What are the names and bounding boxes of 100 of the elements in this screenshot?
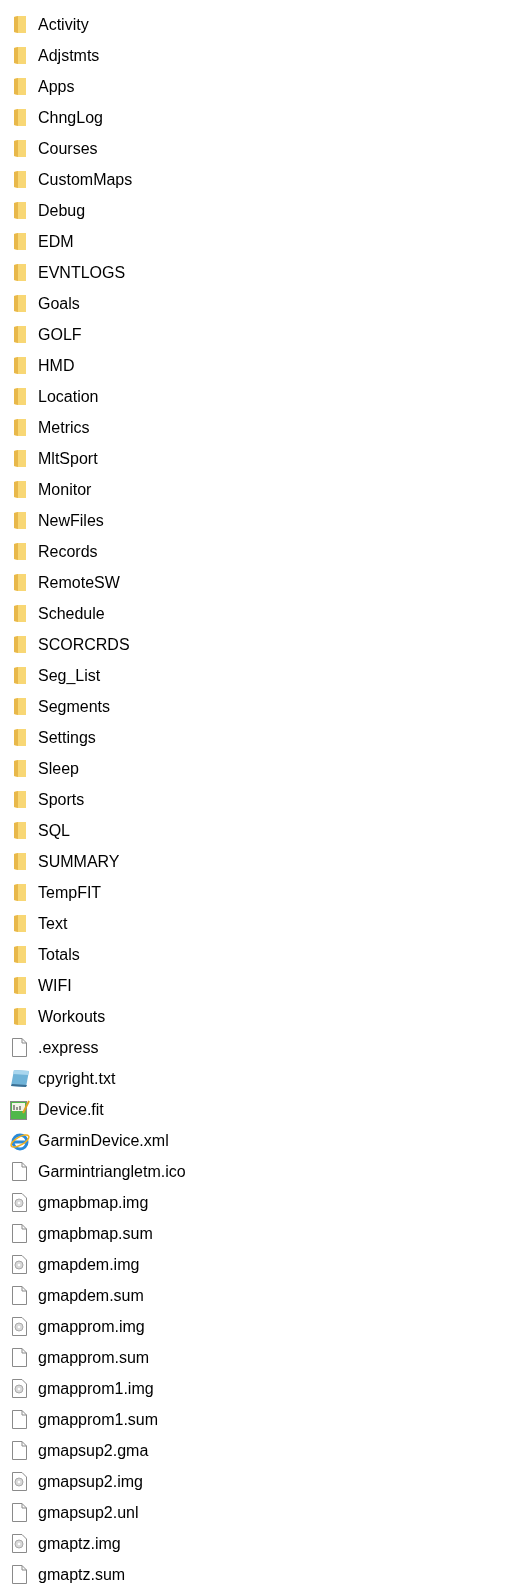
folder-icon [13, 698, 26, 715]
file-icon [12, 1224, 27, 1243]
file-name[interactable]: Segments [38, 694, 111, 719]
file-name[interactable]: gmapprom.sum [38, 1345, 150, 1370]
file-name[interactable]: Monitor [38, 477, 92, 502]
folder-icon [13, 1008, 26, 1025]
chart-file-icon [9, 1099, 30, 1120]
folder-icon [13, 419, 26, 436]
file-name[interactable]: gmapdem.img [38, 1252, 140, 1277]
folder-icon [13, 388, 26, 405]
disc-file-icon [12, 1534, 27, 1553]
folder-icon [13, 822, 26, 839]
folder-icon [13, 78, 26, 95]
folder-icon [13, 264, 26, 281]
disc-file-icon [12, 1255, 27, 1274]
file-name[interactable]: gmapsup2.gma [38, 1438, 149, 1463]
file-icon [12, 1565, 27, 1584]
file-name[interactable]: Text [38, 911, 68, 936]
file-name[interactable]: gmapprom.img [38, 1314, 145, 1339]
file-name[interactable]: gmapbmap.sum [38, 1221, 153, 1246]
file-name[interactable]: Seg_List [38, 663, 101, 688]
file-name[interactable]: Debug [38, 198, 86, 223]
file-name[interactable]: gmapprom1.sum [38, 1407, 159, 1432]
file-name[interactable]: Location [38, 384, 99, 409]
file-name[interactable]: GarminDevice.xml [38, 1128, 169, 1153]
file-name[interactable]: SQL [38, 818, 70, 843]
file-name[interactable]: Settings [38, 725, 96, 750]
file-name[interactable]: EDM [38, 229, 74, 254]
folder-icon [13, 109, 26, 126]
file-name[interactable]: Apps [38, 74, 75, 99]
folder-icon [13, 295, 26, 312]
folder-icon [13, 760, 26, 777]
file-name[interactable]: gmaptz.sum [38, 1562, 126, 1587]
file-name[interactable]: ChngLog [38, 105, 103, 130]
file-name[interactable]: NewFiles [38, 508, 104, 533]
file-name[interactable]: cpyright.txt [38, 1066, 116, 1091]
file-name[interactable]: Device.fit [38, 1097, 104, 1122]
file-name[interactable]: TempFIT [38, 880, 102, 905]
folder-icon [13, 233, 26, 250]
file-icon [12, 1162, 27, 1181]
file-name[interactable]: Sports [38, 787, 85, 812]
folder-icon [13, 326, 26, 343]
folder-icon [13, 140, 26, 157]
folder-icon [13, 357, 26, 374]
file-name[interactable]: Sleep [38, 756, 79, 781]
disc-file-icon [12, 1193, 27, 1212]
folder-icon [13, 47, 26, 64]
disc-file-icon [12, 1472, 27, 1491]
file-name[interactable]: RemoteSW [38, 570, 120, 595]
file-name[interactable]: gmapdem.sum [38, 1283, 144, 1308]
file-icon [12, 1038, 27, 1057]
folder-icon [13, 667, 26, 684]
disc-file-icon [12, 1317, 27, 1336]
file-name[interactable]: Workouts [38, 1004, 106, 1029]
folder-icon [13, 450, 26, 467]
file-name[interactable]: HMD [38, 353, 75, 378]
folder-icon [13, 946, 26, 963]
folder-icon [13, 543, 26, 560]
file-name[interactable]: Schedule [38, 601, 105, 626]
notepad-icon [9, 1069, 30, 1088]
folder-icon [13, 171, 26, 188]
file-name[interactable]: Adjstmts [38, 43, 100, 68]
file-icon [12, 1286, 27, 1305]
file-name[interactable]: gmapsup2.unl [38, 1500, 139, 1525]
file-name[interactable]: Records [38, 539, 98, 564]
folder-icon [13, 884, 26, 901]
file-name[interactable]: GOLF [38, 322, 82, 347]
file-name[interactable]: Courses [38, 136, 98, 161]
file-name[interactable]: SUMMARY [38, 849, 120, 874]
file-icon [12, 1410, 27, 1429]
file-icon [12, 1441, 27, 1460]
folder-icon [13, 16, 26, 33]
file-name[interactable]: SCORCRDS [38, 632, 130, 657]
folder-icon [13, 574, 26, 591]
folder-icon [13, 915, 26, 932]
file-name[interactable]: Goals [38, 291, 80, 316]
disc-file-icon [12, 1379, 27, 1398]
file-name[interactable]: gmapbmap.img [38, 1190, 149, 1215]
file-name[interactable]: MltSport [38, 446, 98, 471]
file-name[interactable]: .express [38, 1035, 99, 1060]
file-icon [12, 1503, 27, 1522]
file-name[interactable]: CustomMaps [38, 167, 133, 192]
file-icon [12, 1348, 27, 1367]
file-name[interactable]: WIFI [38, 973, 72, 998]
file-name[interactable]: Metrics [38, 415, 90, 440]
file-name[interactable]: gmaptz.img [38, 1531, 121, 1556]
folder-icon [13, 605, 26, 622]
file-name[interactable]: Activity [38, 12, 89, 37]
file-name[interactable]: Garmintriangletm.ico [38, 1159, 186, 1184]
folder-icon [13, 481, 26, 498]
file-name[interactable]: gmapprom1.img [38, 1376, 154, 1401]
folder-icon [13, 977, 26, 994]
folder-icon [13, 512, 26, 529]
folder-icon [13, 729, 26, 746]
folder-icon [13, 636, 26, 653]
file-name[interactable]: EVNTLOGS [38, 260, 126, 285]
file-name[interactable]: Totals [38, 942, 80, 967]
file-name[interactable]: gmapsup2.img [38, 1469, 143, 1494]
folder-icon [13, 853, 26, 870]
folder-icon [13, 791, 26, 808]
